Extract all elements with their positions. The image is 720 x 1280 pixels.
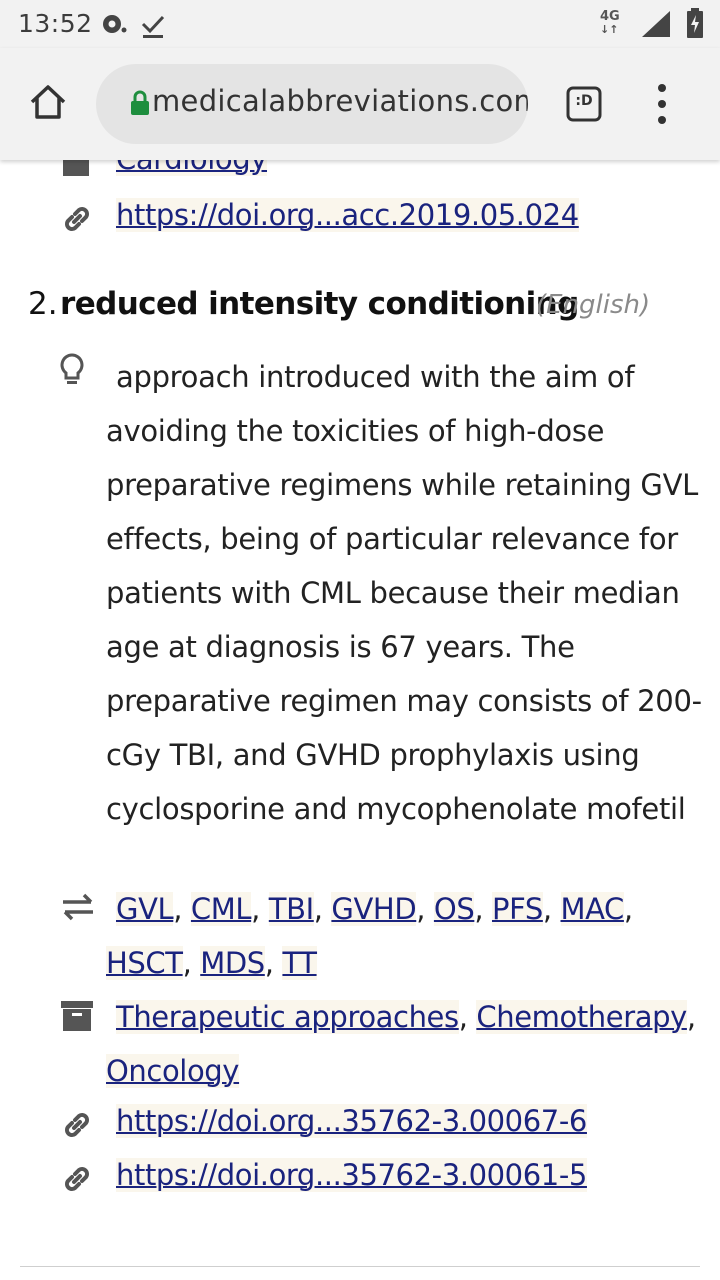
related-abbreviations: GVL, CML, TBI, GVHD, OS, PFS, MAC, HSCT,… — [106, 892, 633, 980]
entry-language: (English) — [536, 290, 651, 320]
home-icon — [30, 85, 66, 119]
related-link[interactable]: CML — [190, 892, 252, 926]
download-done-icon — [140, 12, 166, 42]
status-bar: 13:52 4G ↓↑ — [0, 0, 720, 48]
category-link[interactable]: Chemotherapy — [476, 1000, 687, 1034]
battery-charging-icon — [686, 8, 704, 42]
home-button[interactable] — [28, 82, 68, 122]
related-link[interactable]: MAC — [560, 892, 624, 926]
entry-categories: Therapeutic approaches, Chemotherapy, On… — [106, 1000, 696, 1088]
overflow-menu-button[interactable] — [650, 82, 674, 126]
link-icon — [60, 202, 94, 236]
url-text: medicalabbreviations.com — [152, 84, 528, 118]
doi-link[interactable]: https://doi.org...35762-3.00067-6 — [116, 1104, 587, 1138]
address-bar[interactable]: medicalabbreviations.com — [96, 64, 528, 144]
sync-icon — [100, 12, 128, 40]
page-content: Cardiology https://doi.org...acc.2019.05… — [0, 160, 720, 1280]
entry-title: reduced intensity conditioning — [60, 286, 579, 322]
browser-toolbar: medicalabbreviations.com :D — [0, 48, 720, 160]
status-time: 13:52 — [18, 9, 93, 38]
category-link-cardiology[interactable]: Cardiology — [116, 160, 267, 176]
lightbulb-icon — [58, 352, 92, 386]
category-link[interactable]: Therapeutic approaches — [116, 1000, 459, 1034]
doi-link[interactable]: https://doi.org...35762-3.00061-5 — [116, 1158, 587, 1192]
tab-switcher-button[interactable]: :D — [566, 86, 602, 122]
overflow-menu-icon — [658, 84, 666, 124]
related-link[interactable]: GVHD — [331, 892, 417, 926]
related-link[interactable]: TT — [282, 946, 317, 980]
related-link[interactable]: PFS — [491, 892, 543, 926]
entry-definition: approach introduced with the aim of avoi… — [106, 360, 702, 826]
entry-number: 2. — [28, 286, 58, 322]
network-label: 4G — [600, 9, 620, 24]
related-link[interactable]: MDS — [200, 946, 265, 980]
related-link[interactable]: OS — [433, 892, 475, 926]
folder-icon — [60, 160, 94, 180]
network-type: 4G ↓↑ — [600, 9, 620, 36]
category-link[interactable]: Oncology — [106, 1054, 239, 1088]
related-link[interactable]: GVL — [116, 892, 174, 926]
related-link[interactable]: TBI — [268, 892, 314, 926]
link-icon — [60, 1162, 94, 1196]
lock-icon — [130, 90, 150, 120]
related-link[interactable]: HSCT — [106, 946, 183, 980]
link-icon — [60, 1108, 94, 1142]
swap-icon — [60, 892, 94, 926]
signal-icon — [640, 10, 672, 42]
tab-switcher-label: :D — [575, 93, 593, 109]
archive-icon — [60, 1000, 94, 1034]
divider — [20, 1266, 700, 1267]
doi-link-previous[interactable]: https://doi.org...acc.2019.05.024 — [116, 198, 579, 232]
